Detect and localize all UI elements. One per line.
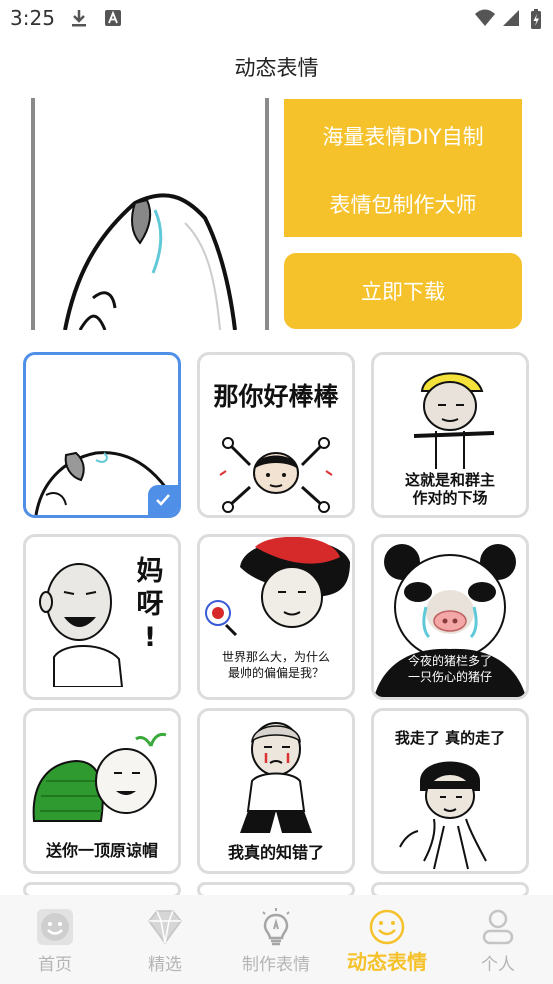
tab-label: 个人	[481, 955, 515, 975]
sticker-cell-2[interactable]: 那你好棒棒	[197, 352, 355, 518]
bottom-tab-bar: 首页 精选 制作表情 动态表情 个人	[0, 895, 553, 984]
sticker-caption: 妈 呀 !	[136, 556, 164, 653]
tab-home[interactable]: 首页	[0, 895, 110, 984]
page-title: 动态表情	[234, 56, 319, 80]
sticker-image	[205, 537, 350, 637]
tab-label: 精选	[148, 955, 182, 975]
lightbulb-icon	[262, 908, 290, 946]
tab-profile[interactable]: 个人	[443, 895, 553, 984]
tab-featured[interactable]: 精选	[110, 895, 220, 984]
sticker-caption: 送你一顶原谅帽	[45, 841, 158, 860]
sticker-cell-4[interactable]: 妈 呀 !	[23, 534, 181, 700]
sticker-cell-7[interactable]: 送你一顶原谅帽	[23, 708, 181, 874]
sticker-cell-3[interactable]: 这就是和群主 作对的下场	[371, 352, 529, 518]
cell-signal-icon	[503, 10, 519, 26]
sticker-cell-1[interactable]	[23, 352, 181, 518]
sticker-cell-6[interactable]: 今夜的猪栏多了 一只伤心的猪仔	[371, 534, 529, 700]
sticker-image	[219, 437, 333, 513]
sticker-preview	[31, 98, 269, 330]
tab-label: 首页	[38, 955, 72, 975]
tab-label: 动态表情	[347, 950, 427, 974]
selected-check-icon	[148, 485, 178, 515]
tab-label: 制作表情	[242, 955, 310, 975]
notification-a-icon	[105, 10, 121, 26]
status-time: 3:25	[10, 6, 55, 30]
sticker-image	[413, 372, 495, 469]
sticker-image	[399, 761, 487, 870]
sticker-image	[240, 722, 312, 833]
diamond-icon	[148, 910, 182, 945]
sticker-image	[39, 563, 124, 687]
tab-make-sticker[interactable]: 制作表情	[221, 895, 331, 984]
sticker-caption: 世界那么大，为什么 最帅的偏偏是我？	[221, 650, 330, 680]
sticker-cell-9[interactable]: 我走了 真的走了	[371, 708, 529, 874]
sticker-caption: 我真的知错了	[227, 843, 324, 862]
promo-banner[interactable]: 海量表情DIY自制 表情包制作大师	[284, 99, 522, 237]
sticker-cell-5[interactable]: 世界那么大，为什么 最帅的偏偏是我？	[197, 534, 355, 700]
battery-charging-icon	[531, 9, 541, 29]
tab-animated-stickers[interactable]: 动态表情	[331, 895, 443, 984]
smile-outline-icon	[369, 909, 405, 945]
sticker-caption: 那你好棒棒	[213, 382, 339, 411]
status-bar: 3:25	[0, 0, 553, 36]
wifi-icon	[475, 9, 495, 26]
sticker-caption: 这就是和群主 作对的下场	[404, 471, 495, 507]
download-icon	[72, 10, 86, 27]
download-now-button[interactable]: 立即下载	[284, 253, 522, 329]
sticker-caption: 我走了 真的走了	[394, 729, 506, 747]
promo-line-1: 海量表情DIY自制	[322, 125, 484, 149]
promo-line-2: 表情包制作大师	[329, 193, 477, 217]
smiley-face-icon	[37, 909, 73, 945]
sticker-cell-8[interactable]: 我真的知错了	[197, 708, 355, 874]
preview-sticker-image	[63, 193, 237, 330]
sticker-caption: 今夜的猪栏多了 一只伤心的猪仔	[407, 654, 492, 684]
person-icon	[482, 909, 514, 945]
sticker-image	[32, 732, 167, 822]
